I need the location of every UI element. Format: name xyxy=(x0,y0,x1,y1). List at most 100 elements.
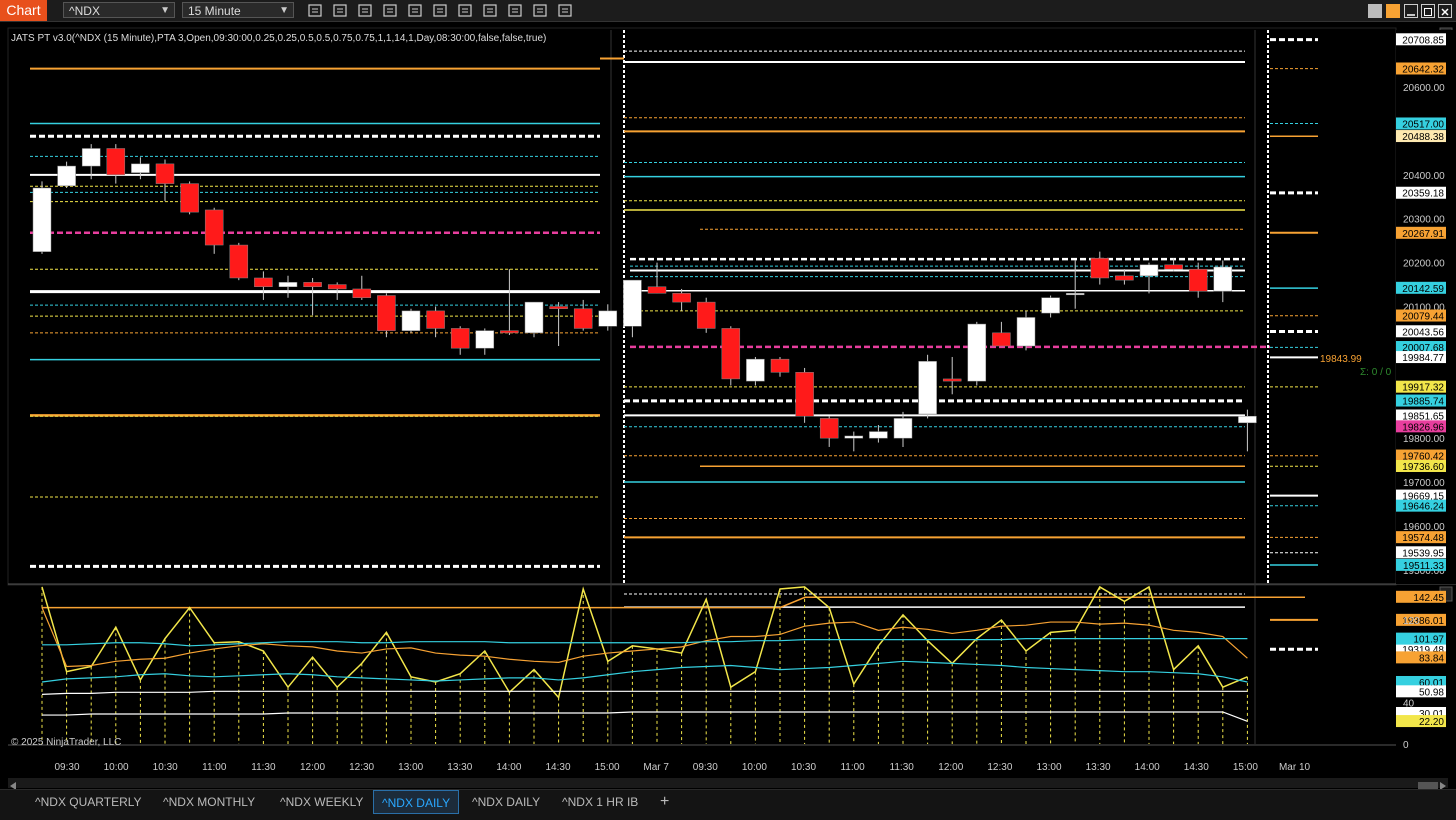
time-tick-label: 14:00 xyxy=(496,762,521,773)
candle-body xyxy=(278,282,298,288)
osc-marker: 142.45 xyxy=(1396,590,1446,604)
link-color-icon[interactable] xyxy=(1386,4,1400,18)
price-marker: 19646.24 xyxy=(1396,499,1446,513)
tab--ndx-1-hr-ib[interactable]: ^NDX 1 HR IB xyxy=(554,790,646,814)
price-marker-text: 19646.24 xyxy=(1402,502,1444,513)
candle-body xyxy=(1139,264,1159,277)
price-marker-text: 19826.96 xyxy=(1402,422,1444,433)
tab--ndx-weekly[interactable]: ^NDX WEEKLY xyxy=(272,790,371,814)
price-marker: 20708.85 xyxy=(1396,33,1446,46)
zoom-in-icon[interactable] xyxy=(356,2,374,19)
candle-body xyxy=(623,279,642,327)
candle-body xyxy=(131,163,150,173)
tab--ndx-daily[interactable]: ^NDX DAILY xyxy=(373,790,460,814)
pointer-icon[interactable] xyxy=(406,2,424,19)
price-marker-text: 20708.85 xyxy=(1402,35,1444,46)
indicators-icon[interactable] xyxy=(506,2,524,19)
price-marker: 19885.74 xyxy=(1396,394,1446,408)
candle-body xyxy=(377,295,396,331)
price-marker-text: 22.20 xyxy=(1419,717,1444,728)
data-series-icon[interactable] xyxy=(481,2,499,19)
list-icon[interactable] xyxy=(556,2,574,19)
candle-body xyxy=(893,418,913,439)
price-marker-text: 19885.74 xyxy=(1402,397,1444,408)
maximize-icon[interactable] xyxy=(1421,4,1435,18)
candle-body xyxy=(1016,317,1036,347)
candle-body xyxy=(106,148,126,176)
candle-body xyxy=(32,187,52,252)
osc-marker: 83.84 xyxy=(1396,651,1446,664)
horizontal-scrollbar[interactable] xyxy=(8,778,1448,790)
price-marker-text: 20267.91 xyxy=(1402,229,1444,240)
candle-body xyxy=(942,378,962,382)
price-marker: 20267.91 xyxy=(1396,226,1446,240)
time-tick-label: Mar 10 xyxy=(1279,762,1311,773)
price-marker: 20142.59 xyxy=(1396,281,1446,295)
candle-body xyxy=(549,306,568,309)
price-tick-label: 20600.00 xyxy=(1403,83,1445,94)
tab--ndx-monthly[interactable]: ^NDX MONTHLY xyxy=(155,790,263,814)
indicator-label: JATS PT v3.0(^NDX (15 Minute),PTA 3,Open… xyxy=(11,33,546,44)
chart-canvas[interactable]: 20600.0020400.0020300.0020200.0020100.00… xyxy=(0,22,1456,789)
candle-body xyxy=(426,310,445,329)
time-tick-label: 11:30 xyxy=(251,762,276,773)
tab--ndx-daily[interactable]: ^NDX DAILY xyxy=(464,790,548,814)
osc-marker: 50.98 xyxy=(1396,685,1446,698)
candle-body xyxy=(180,183,199,213)
price-marker-text: 20043.56 xyxy=(1402,327,1444,338)
add-tab-button[interactable]: + xyxy=(652,790,677,814)
price-marker-text: 19539.95 xyxy=(1402,548,1444,559)
strategies-icon[interactable] xyxy=(531,2,549,19)
close-icon[interactable] xyxy=(1438,4,1452,18)
time-tick-label: 12:00 xyxy=(938,762,963,773)
chart-tab-bar: ^NDX QUARTERLY ^NDX MONTHLY ^NDX WEEKLY ^ND… xyxy=(0,789,1456,820)
osc-series-line xyxy=(41,660,1248,683)
chevron-down-icon: ▼ xyxy=(160,5,170,16)
candle-body xyxy=(57,165,76,187)
time-tick-label: 14:30 xyxy=(545,762,570,773)
candle-body xyxy=(229,244,249,279)
instrument-value: ^NDX xyxy=(69,4,100,18)
minimize-panel-icon[interactable] xyxy=(1368,4,1382,18)
price-marker: 19917.32 xyxy=(1396,380,1446,394)
zoom-out-icon[interactable] xyxy=(381,2,399,19)
candle-body xyxy=(746,358,765,382)
candle-body xyxy=(967,323,987,382)
price-marker: 20517.00 xyxy=(1396,117,1446,130)
price-marker-text: 20142.59 xyxy=(1402,284,1444,295)
price-marker-text: 19574.48 xyxy=(1402,533,1444,544)
time-tick-label: 10:30 xyxy=(791,762,816,773)
candle-body xyxy=(254,277,273,288)
price-marker-text: 83.84 xyxy=(1419,653,1444,664)
price-marker-text: 19511.33 xyxy=(1403,561,1444,572)
price-tick-label: 20300.00 xyxy=(1403,215,1445,226)
candle-body xyxy=(869,431,888,439)
price-marker: 20359.18 xyxy=(1396,186,1446,200)
candle-body xyxy=(500,330,519,334)
instrument-selector[interactable]: ^NDX ▼ xyxy=(63,2,175,18)
templates-icon[interactable] xyxy=(456,2,474,19)
tab--ndx-quarterly[interactable]: ^NDX QUARTERLY xyxy=(27,790,150,814)
interval-selector[interactable]: 15 Minute ▼ xyxy=(182,2,294,18)
draw-pencil-icon[interactable] xyxy=(331,2,349,19)
time-tick-label: 12:00 xyxy=(300,762,325,773)
time-tick-label: 13:30 xyxy=(447,762,472,773)
interval-value: 15 Minute xyxy=(188,4,241,18)
candle-body xyxy=(647,286,667,294)
price-tick-label: 20200.00 xyxy=(1403,259,1445,270)
time-tick-label: 11:00 xyxy=(840,762,865,773)
candle-series xyxy=(32,144,1257,452)
candle-body xyxy=(450,328,470,349)
candle-body xyxy=(1164,264,1183,270)
osc-series-line xyxy=(41,607,1248,668)
copyright-text: © 2025 NinjaTrader, LLC xyxy=(11,737,121,748)
time-tick-label: 14:30 xyxy=(1184,762,1209,773)
time-tick-label: 11:00 xyxy=(202,762,227,773)
candle-body xyxy=(770,358,790,373)
chart-window-label[interactable]: Chart xyxy=(0,0,47,21)
properties-icon[interactable] xyxy=(431,2,449,19)
minimize-icon[interactable] xyxy=(1404,4,1418,18)
bar-type-icon[interactable] xyxy=(306,2,324,19)
candle-body xyxy=(1238,415,1257,424)
price-marker: 20642.32 xyxy=(1396,62,1446,75)
